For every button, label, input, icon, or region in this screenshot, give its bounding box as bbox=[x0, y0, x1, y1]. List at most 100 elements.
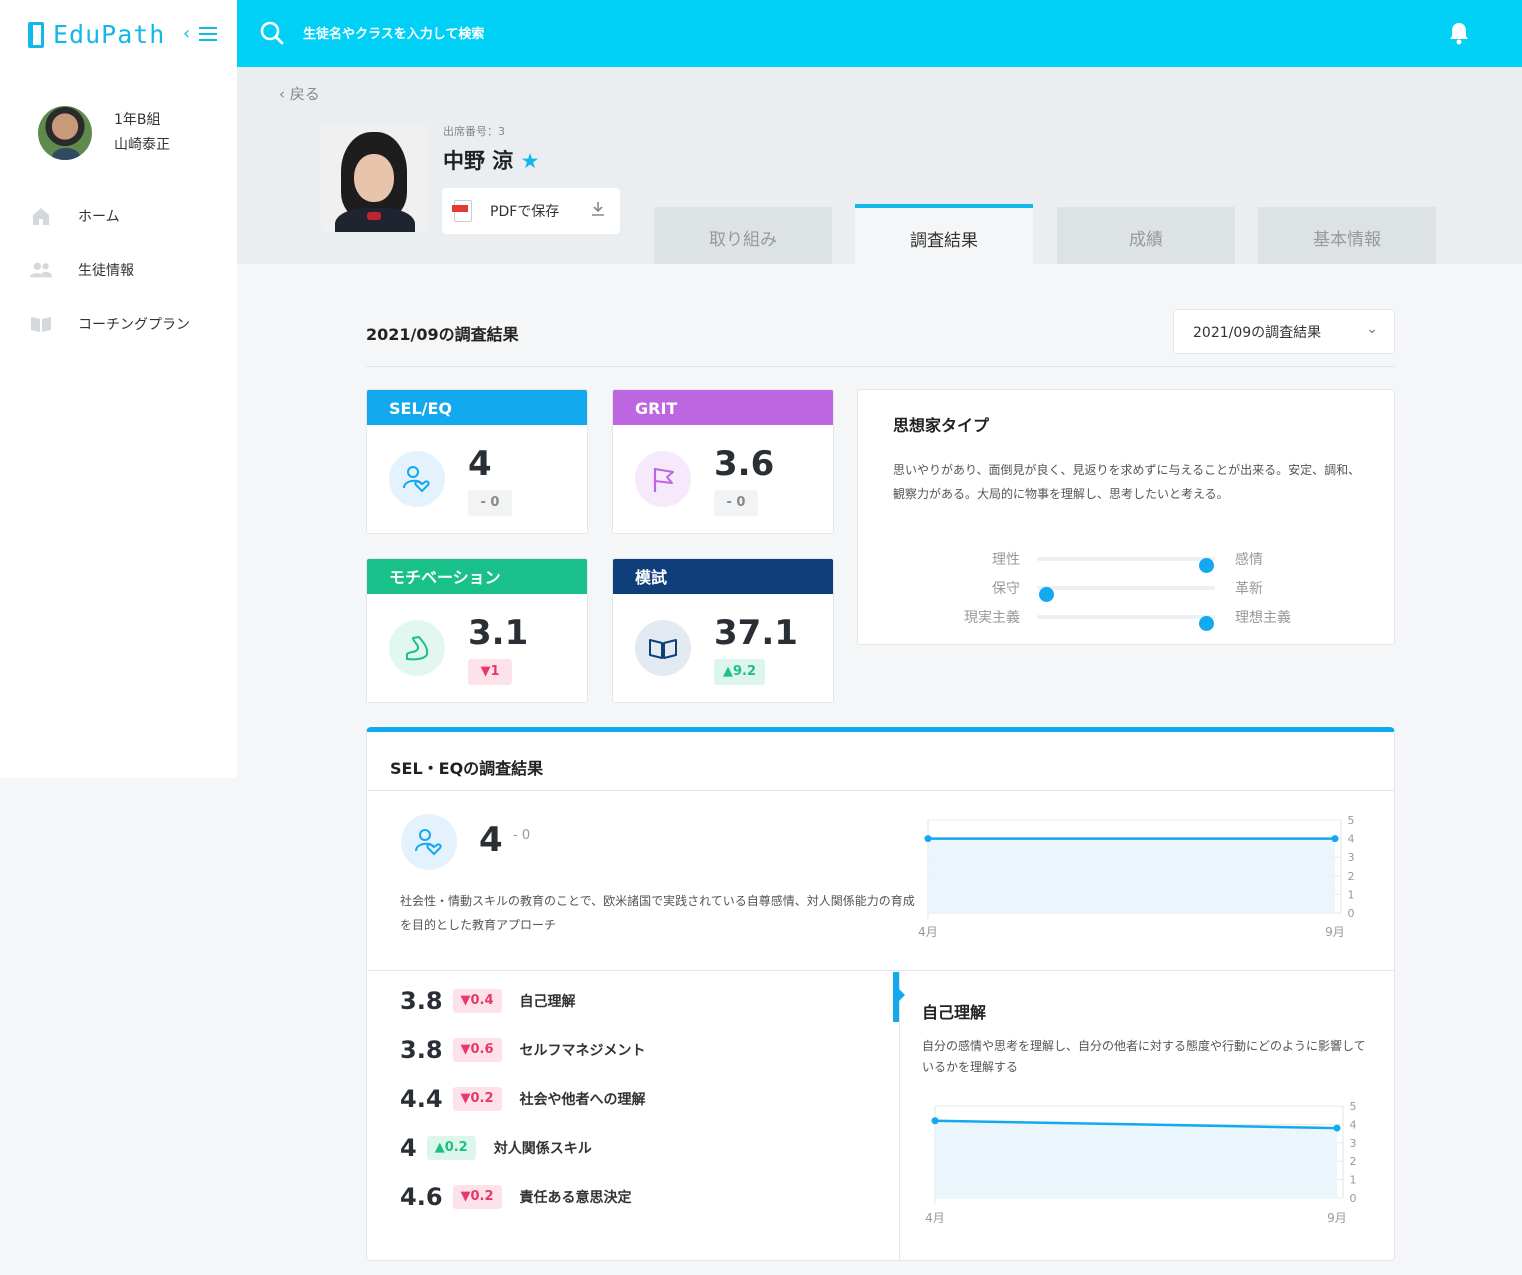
skill-row-self-awareness[interactable]: 3.8 ▼0.4 自己理解 bbox=[400, 986, 576, 1016]
x-tick-label: 4月 bbox=[925, 1211, 945, 1225]
teacher-name: 山崎泰正 bbox=[114, 137, 170, 153]
y-tick-label: 3 bbox=[1348, 851, 1355, 864]
search-input[interactable] bbox=[303, 20, 803, 48]
favorite-star-icon[interactable]: ★ bbox=[521, 149, 540, 173]
metric-delta-badge: - 0 bbox=[714, 490, 758, 516]
skill-name[interactable]: 対人関係スキル bbox=[494, 1138, 592, 1158]
student-name-row: 中野 涼 ★ bbox=[443, 145, 539, 175]
metric-card-sel-eq[interactable]: SEL/EQ 4 - 0 bbox=[366, 389, 588, 534]
chevron-left-icon: ‹ bbox=[279, 85, 290, 103]
sidebar-item-label: コーチングプラン bbox=[78, 317, 190, 333]
sidebar-item-label: 生徒情報 bbox=[78, 263, 134, 279]
logo[interactable]: EduPath bbox=[28, 20, 165, 49]
skill-value: 3.8 bbox=[400, 987, 443, 1015]
skill-trend-chart: 0 1 2 3 4 5 4月 9月 bbox=[925, 1100, 1357, 1225]
skill-detail-title: 自己理解 bbox=[922, 1003, 987, 1022]
trait-left-label: 理性 bbox=[992, 552, 1020, 568]
skill-row-responsible-decision[interactable]: 4.6 ▼0.2 責任ある意思決定 bbox=[400, 1182, 632, 1212]
divider bbox=[366, 366, 1395, 367]
thinker-type-card: 思想家タイプ 思いやりがあり、面倒見が良く、見返りを求めずに与えることが出来る。… bbox=[857, 389, 1395, 645]
teacher-avatar bbox=[38, 106, 92, 160]
sidebar-item-coaching-plan[interactable]: コーチングプラン bbox=[30, 314, 190, 334]
divider bbox=[367, 790, 1394, 791]
data-point bbox=[1333, 1124, 1341, 1132]
x-tick-label: 9月 bbox=[1327, 1211, 1347, 1225]
search-icon[interactable] bbox=[259, 20, 285, 46]
skill-name[interactable]: 自己理解 bbox=[520, 991, 576, 1011]
save-pdf-label: PDFで保存 bbox=[490, 204, 560, 220]
sidebar: EduPath ‹ 1年B組 山崎泰正 ホーム 生徒情報 コーチングプラン bbox=[0, 0, 237, 778]
student-photo bbox=[321, 124, 427, 232]
skill-delta-badge: ▼0.6 bbox=[452, 1038, 502, 1062]
results-title: 2021/09の調査結果 bbox=[366, 325, 519, 344]
back-link[interactable]: ‹ 戻る bbox=[279, 83, 320, 104]
skill-row-self-management[interactable]: 3.8 ▼0.6 セルフマネジメント bbox=[400, 1035, 646, 1065]
metric-title: 模試 bbox=[613, 559, 833, 594]
skill-value: 4 bbox=[400, 1134, 417, 1162]
metric-card-motivation[interactable]: モチベーション 3.1 ▼1 bbox=[366, 558, 588, 703]
x-tick-label: 4月 bbox=[918, 925, 938, 939]
trait-row: 現実主義 理想主義 bbox=[858, 607, 1396, 631]
period-select[interactable]: 2021/09の調査結果 ⌄ bbox=[1173, 309, 1395, 354]
metric-value: 3.6 bbox=[714, 444, 775, 484]
skill-delta-badge: ▼0.2 bbox=[452, 1185, 502, 1209]
save-pdf-button[interactable]: PDFで保存 bbox=[442, 188, 620, 234]
trait-knob bbox=[1199, 616, 1215, 631]
back-label: 戻る bbox=[289, 85, 320, 103]
trait-knob bbox=[1199, 558, 1215, 573]
skill-value: 4.6 bbox=[400, 1183, 443, 1211]
data-point bbox=[924, 835, 932, 843]
tab-survey-results[interactable]: 調査結果 bbox=[855, 204, 1033, 264]
y-tick-label: 1 bbox=[1348, 888, 1355, 901]
skill-name[interactable]: セルフマネジメント bbox=[520, 1040, 646, 1060]
divider bbox=[367, 970, 1394, 971]
y-tick-label: 2 bbox=[1350, 1155, 1357, 1168]
users-icon bbox=[30, 260, 52, 280]
y-tick-label: 1 bbox=[1350, 1174, 1357, 1187]
bell-icon[interactable] bbox=[1448, 21, 1470, 45]
skill-row-relationship-skills[interactable]: 4 ▲0.2 対人関係スキル bbox=[400, 1133, 592, 1163]
y-tick-label: 4 bbox=[1350, 1118, 1357, 1131]
metric-value: 4 bbox=[468, 444, 492, 484]
tab-grades[interactable]: 成績 bbox=[1057, 207, 1235, 264]
tab-basic-info[interactable]: 基本情報 bbox=[1258, 207, 1436, 264]
metric-delta-badge: - 0 bbox=[468, 490, 512, 516]
teacher-profile: 1年B組 山崎泰正 bbox=[38, 106, 170, 160]
skill-name[interactable]: 社会や他者への理解 bbox=[520, 1089, 646, 1109]
teacher-class: 1年B組 bbox=[114, 112, 161, 128]
metric-card-grit[interactable]: GRIT 3.6 - 0 bbox=[612, 389, 834, 534]
student-name: 中野 涼 bbox=[443, 149, 514, 173]
sidebar-item-home[interactable]: ホーム bbox=[30, 206, 120, 226]
y-tick-label: 3 bbox=[1350, 1137, 1357, 1150]
pdf-file-icon bbox=[452, 200, 472, 222]
flag-icon bbox=[635, 451, 691, 507]
download-icon bbox=[590, 201, 606, 221]
logo-text: EduPath bbox=[53, 20, 166, 49]
muscle-icon bbox=[389, 620, 445, 676]
trait-row: 理性 感情 bbox=[858, 549, 1396, 573]
trait-track bbox=[1037, 586, 1215, 602]
trait-track bbox=[1037, 557, 1215, 573]
trait-left-label: 現実主義 bbox=[964, 610, 1020, 626]
student-header: ‹ 戻る 出席番号：3 中野 涼 ★ PDFで保存 取り組み 調査結果 成績 基… bbox=[237, 67, 1522, 264]
trait-left-label: 保守 bbox=[992, 581, 1020, 597]
period-select-value: 2021/09の調査結果 bbox=[1193, 324, 1322, 341]
skill-name[interactable]: 責任ある意思決定 bbox=[520, 1187, 632, 1207]
metric-card-mock-exam[interactable]: 模試 37.1 ▲9.2 bbox=[612, 558, 834, 703]
menu-collapse-icon[interactable]: ‹ bbox=[183, 22, 217, 48]
series-area bbox=[935, 1120, 1337, 1198]
sel-eq-results-panel: SEL・EQの調査結果 4 - 0 社会性・情動スキルの教育のことで、欧米諸国で… bbox=[366, 727, 1395, 1261]
sidebar-item-students[interactable]: 生徒情報 bbox=[30, 260, 134, 280]
trait-right-label: 感情 bbox=[1235, 552, 1263, 568]
x-tick-label: 9月 bbox=[1325, 925, 1345, 939]
metric-title: モチベーション bbox=[367, 559, 587, 594]
y-tick-label: 5 bbox=[1350, 1100, 1357, 1113]
sel-trend-chart: 0 1 2 3 4 5 4月 9月 bbox=[918, 814, 1355, 939]
chevron-down-icon: ⌄ bbox=[1366, 321, 1378, 337]
tab-activities[interactable]: 取り組み bbox=[654, 207, 832, 264]
y-tick-label: 0 bbox=[1350, 1192, 1357, 1205]
skill-row-social-awareness[interactable]: 4.4 ▼0.2 社会や他者への理解 bbox=[400, 1084, 646, 1114]
metric-value: 3.1 bbox=[468, 613, 529, 653]
data-point bbox=[931, 1117, 939, 1125]
logo-mark-icon bbox=[28, 21, 44, 48]
